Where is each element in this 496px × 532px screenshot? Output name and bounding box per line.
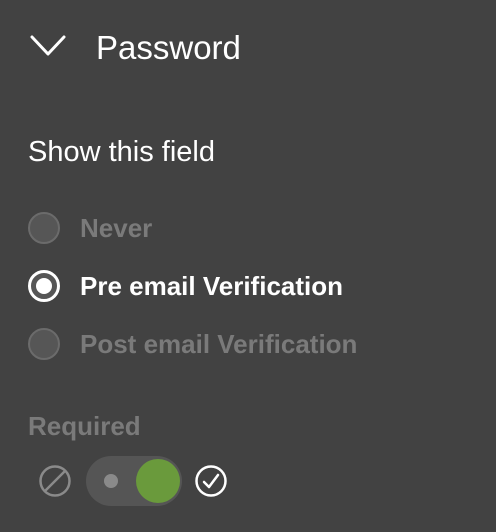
check-circle-icon — [195, 465, 227, 497]
show-field-label: Show this field — [28, 136, 215, 168]
radio-button[interactable] — [28, 212, 60, 244]
radio-option-never[interactable]: Never — [28, 212, 152, 244]
required-toggle-switch[interactable] — [86, 456, 182, 506]
toggle-off-indicator — [104, 474, 118, 488]
radio-option-pre-email-verification[interactable]: Pre email Verification — [28, 270, 343, 302]
required-label: Required — [28, 411, 141, 441]
required-toggle-group — [38, 456, 238, 506]
radio-button[interactable] — [28, 328, 60, 360]
password-field-panel: Password Show this field Never Pre email… — [0, 0, 496, 532]
chevron-down-icon[interactable] — [30, 34, 66, 58]
radio-button-selected[interactable] — [28, 270, 60, 302]
section-title: Password — [96, 29, 241, 66]
disabled-circle-icon — [39, 465, 71, 497]
radio-label: Never — [80, 213, 153, 243]
password-section-header[interactable]: Password — [0, 0, 496, 96]
radio-option-post-email-verification[interactable]: Post email Verification — [28, 328, 357, 360]
radio-label: Pre email Verification — [80, 271, 344, 301]
toggle-knob[interactable] — [136, 459, 180, 503]
radio-selected-dot — [36, 278, 52, 294]
radio-label: Post email Verification — [80, 329, 358, 359]
